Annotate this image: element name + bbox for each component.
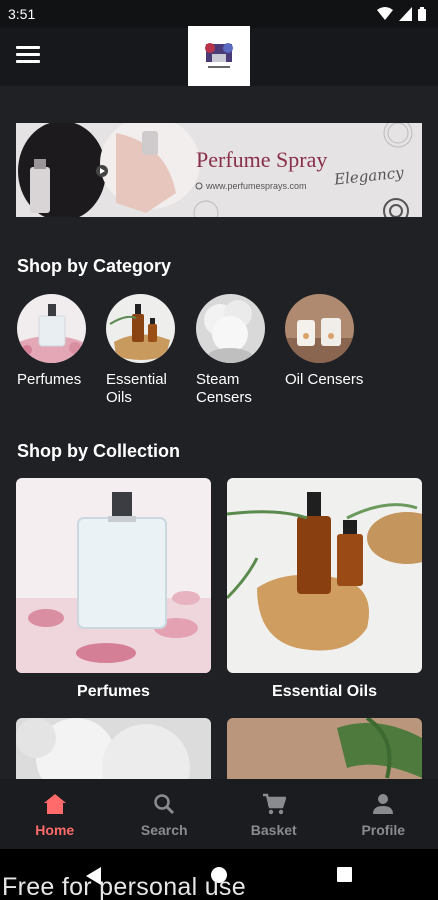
person-icon (373, 794, 394, 814)
category-section-title: Shop by Category (17, 256, 172, 276)
banner-url: www.perfumesprays.com (206, 181, 307, 191)
nav-basket-label: Basket (250, 822, 297, 838)
status-icons (377, 7, 426, 21)
category-label: Perfumes (17, 371, 82, 388)
search-icon (154, 794, 175, 815)
logo-crest-icon (205, 43, 233, 68)
brand-logo[interactable] (188, 26, 250, 86)
collection-oil-censers-image (227, 718, 422, 779)
nav-basket[interactable]: Basket (219, 779, 329, 849)
collection-label: Perfumes (77, 683, 150, 700)
nav-profile[interactable]: Profile (329, 779, 438, 849)
category-label: Steam Censers (196, 371, 252, 406)
home-icon (43, 794, 66, 814)
collection-oil-censers[interactable] (227, 718, 422, 779)
category-essential-oils[interactable]: Essential Oils (106, 294, 186, 407)
category-perfumes[interactable]: Perfumes (17, 294, 97, 389)
category-perfumes-image (17, 294, 86, 363)
category-label: Oil Censers (285, 371, 364, 388)
collection-steam-censers-image (16, 718, 211, 779)
collection-section-title: Shop by Collection (17, 441, 181, 461)
category-essential-oils-image (106, 294, 175, 363)
status-bar: 3:51 (0, 0, 438, 28)
category-oil-censers-image (285, 294, 354, 363)
category-label: Essential Oils (106, 371, 167, 406)
nav-profile-label: Profile (361, 822, 406, 838)
bottom-navigation: Home Search Basket Profile (0, 779, 438, 849)
category-steam-censers[interactable]: Steam Censers (196, 294, 276, 407)
collection-steam-censers[interactable] (16, 718, 211, 779)
collection-perfumes[interactable]: Perfumes (16, 478, 211, 701)
battery-icon (418, 7, 426, 21)
collection-label: Essential Oils (272, 683, 377, 700)
collection-perfumes-image (16, 478, 211, 673)
status-time: 3:51 (8, 6, 36, 22)
category-steam-censers-image (196, 294, 265, 363)
banner-title: Perfume Spray (196, 147, 328, 172)
watermark-text: Free for personal use (2, 873, 246, 900)
promo-banner[interactable]: Perfume Spray Elegancy www.perfumesprays… (16, 123, 422, 217)
signal-icon (399, 7, 412, 21)
category-oil-censers[interactable]: Oil Censers (285, 294, 365, 389)
menu-button[interactable] (16, 46, 40, 68)
nav-search-label: Search (140, 822, 188, 838)
collection-essential-oils[interactable]: Essential Oils (227, 478, 422, 701)
collection-essential-oils-image (227, 478, 422, 673)
home-content[interactable]: Perfume Spray Elegancy www.perfumesprays… (0, 86, 438, 779)
nav-home-label: Home (35, 822, 75, 838)
nav-home[interactable]: Home (0, 779, 110, 849)
cart-icon (262, 793, 287, 815)
app-bar (0, 26, 438, 86)
wifi-icon (377, 7, 393, 20)
recents-icon[interactable] (337, 867, 352, 882)
nav-search[interactable]: Search (110, 779, 220, 849)
